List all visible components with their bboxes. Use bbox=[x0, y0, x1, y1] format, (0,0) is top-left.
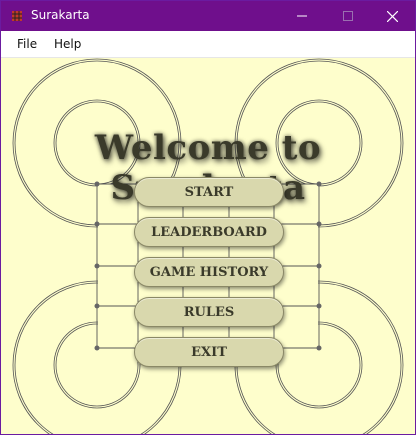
window-title: Surakarta bbox=[31, 8, 90, 22]
app-window: Surakarta File Help Welcome to START LEA… bbox=[0, 0, 416, 435]
minimize-icon bbox=[297, 15, 307, 17]
rules-button[interactable]: RULES bbox=[134, 297, 284, 327]
maximize-icon bbox=[343, 11, 353, 21]
menu-file[interactable]: File bbox=[17, 37, 37, 51]
title-bar[interactable]: Surakarta bbox=[1, 1, 415, 31]
close-button[interactable] bbox=[369, 1, 415, 31]
leaderboard-button[interactable]: LEADERBOARD bbox=[134, 217, 284, 247]
exit-button[interactable]: EXIT bbox=[134, 337, 284, 367]
menu-help[interactable]: Help bbox=[54, 37, 81, 51]
close-icon bbox=[386, 10, 398, 22]
game-history-button[interactable]: GAME HISTORY bbox=[134, 257, 284, 287]
minimize-button[interactable] bbox=[279, 1, 325, 31]
maximize-button[interactable] bbox=[325, 1, 371, 31]
app-icon bbox=[11, 9, 23, 23]
menu-bar: File Help bbox=[1, 31, 415, 58]
start-button[interactable]: START bbox=[134, 177, 284, 207]
